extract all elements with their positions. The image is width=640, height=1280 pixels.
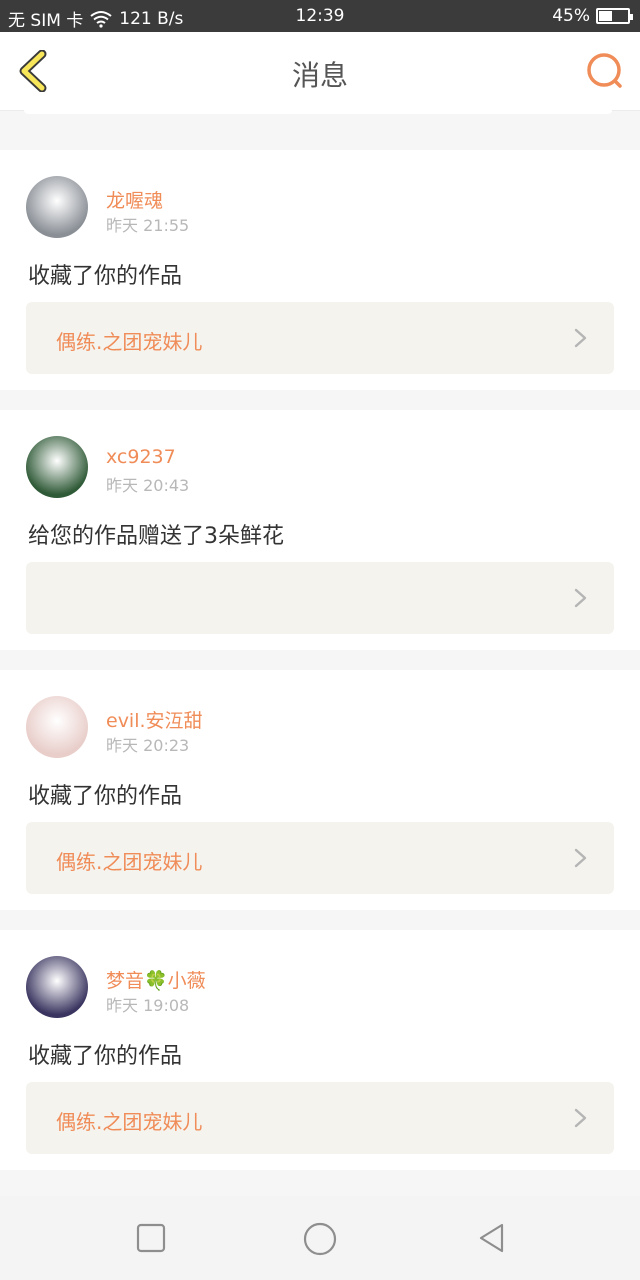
message-card: 梦音🍀小薇 昨天 19:08 收藏了你的作品 偶练.之团宠妹儿 — [0, 930, 640, 1170]
work-link[interactable]: 偶练.之团宠妹儿 — [26, 302, 614, 374]
work-link[interactable]: 偶练.之团宠妹儿 — [26, 822, 614, 894]
work-title: 偶练.之团宠妹儿 — [56, 330, 203, 354]
message-text: 收藏了你的作品 — [28, 264, 183, 289]
message-card: evil.安沍甜 昨天 20:23 收藏了你的作品 偶练.之团宠妹儿 — [0, 670, 640, 910]
search-button[interactable] — [584, 50, 626, 92]
message-time: 昨天 20:43 — [106, 476, 190, 495]
chevron-right-icon — [574, 328, 587, 348]
username[interactable]: 龙喔魂 — [106, 186, 163, 213]
message-card: 龙喔魂 昨天 21:55 收藏了你的作品 偶练.之团宠妹儿 — [0, 150, 640, 390]
message-time: 昨天 19:08 — [106, 996, 190, 1015]
work-link[interactable]: 偶练.之团宠妹儿 — [26, 1082, 614, 1154]
status-bar: 无 SIM 卡 121 B/s 12:39 45% — [0, 0, 640, 32]
triangle-back-icon — [479, 1223, 504, 1253]
square-icon — [136, 1223, 166, 1253]
username[interactable]: xc9237 — [106, 446, 176, 468]
search-icon — [587, 53, 622, 88]
status-time: 12:39 — [295, 6, 345, 26]
home-button[interactable] — [301, 1220, 337, 1256]
work-title: 偶练.之团宠妹儿 — [56, 850, 203, 874]
username[interactable]: evil.安沍甜 — [106, 706, 203, 733]
battery-icon — [596, 8, 633, 24]
message-time: 昨天 20:23 — [106, 736, 190, 755]
chevron-right-icon — [574, 588, 587, 608]
message-text: 给您的作品赠送了3朵鲜花 — [28, 524, 284, 549]
avatar[interactable] — [26, 436, 88, 498]
battery-percent: 45% — [552, 6, 590, 26]
avatar[interactable] — [26, 956, 88, 1018]
message-text: 收藏了你的作品 — [28, 784, 183, 809]
system-nav-bar — [0, 1196, 640, 1280]
message-time: 昨天 21:55 — [106, 216, 190, 235]
back-nav-button[interactable] — [474, 1220, 510, 1256]
app-header: 消息 — [0, 32, 640, 111]
avatar[interactable] — [26, 176, 88, 238]
username[interactable]: 梦音🍀小薇 — [106, 966, 206, 993]
message-text: 收藏了你的作品 — [28, 1044, 183, 1069]
recents-button[interactable] — [133, 1220, 169, 1256]
chevron-right-icon — [574, 1108, 587, 1128]
circle-icon — [303, 1222, 337, 1256]
avatar[interactable] — [26, 696, 88, 758]
work-title: 偶练.之团宠妹儿 — [56, 1110, 203, 1134]
message-card: xc9237 昨天 20:43 给您的作品赠送了3朵鲜花 — [0, 410, 640, 650]
page-title: 消息 — [291, 59, 348, 92]
chevron-right-icon — [574, 848, 587, 868]
previous-card-edge — [24, 110, 612, 114]
work-link[interactable] — [26, 562, 614, 634]
status-right: 45% — [552, 6, 633, 26]
